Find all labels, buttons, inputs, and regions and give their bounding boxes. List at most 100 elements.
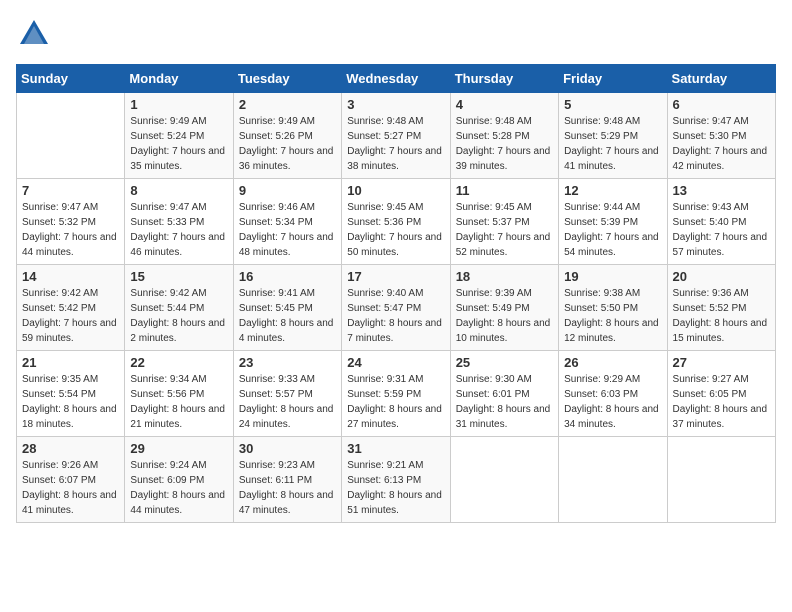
day-cell: 8 Sunrise: 9:47 AMSunset: 5:33 PMDaylight… [125, 179, 233, 265]
day-cell: 21 Sunrise: 9:35 AMSunset: 5:54 PMDayligh… [17, 351, 125, 437]
day-info: Sunrise: 9:27 AMSunset: 6:05 PMDaylight:… [673, 372, 770, 432]
day-number: 17 [347, 269, 444, 284]
day-number: 8 [130, 183, 227, 198]
day-cell: 24 Sunrise: 9:31 AMSunset: 5:59 PMDayligh… [342, 351, 450, 437]
day-cell: 1 Sunrise: 9:49 AMSunset: 5:24 PMDaylight… [125, 93, 233, 179]
column-header-saturday: Saturday [667, 65, 775, 93]
day-info: Sunrise: 9:47 AMSunset: 5:32 PMDaylight:… [22, 200, 119, 260]
day-cell: 2 Sunrise: 9:49 AMSunset: 5:26 PMDaylight… [233, 93, 341, 179]
day-info: Sunrise: 9:23 AMSunset: 6:11 PMDaylight:… [239, 458, 336, 518]
day-info: Sunrise: 9:26 AMSunset: 6:07 PMDaylight:… [22, 458, 119, 518]
day-cell [559, 437, 667, 523]
day-number: 6 [673, 97, 770, 112]
day-cell [450, 437, 558, 523]
day-cell [17, 93, 125, 179]
day-number: 26 [564, 355, 661, 370]
day-info: Sunrise: 9:48 AMSunset: 5:28 PMDaylight:… [456, 114, 553, 174]
day-info: Sunrise: 9:49 AMSunset: 5:24 PMDaylight:… [130, 114, 227, 174]
day-info: Sunrise: 9:41 AMSunset: 5:45 PMDaylight:… [239, 286, 336, 346]
day-number: 13 [673, 183, 770, 198]
day-cell: 12 Sunrise: 9:44 AMSunset: 5:39 PMDayligh… [559, 179, 667, 265]
day-cell: 25 Sunrise: 9:30 AMSunset: 6:01 PMDayligh… [450, 351, 558, 437]
day-cell: 31 Sunrise: 9:21 AMSunset: 6:13 PMDayligh… [342, 437, 450, 523]
week-row-2: 7Sunrise: 9:47 AMSunset: 5:32 PMDaylight… [17, 179, 776, 265]
day-cell: 26Sunrise: 9:29 AMSunset: 6:03 PMDayligh… [559, 351, 667, 437]
day-number: 20 [673, 269, 770, 284]
day-number: 23 [239, 355, 336, 370]
column-header-sunday: Sunday [17, 65, 125, 93]
day-info: Sunrise: 9:40 AMSunset: 5:47 PMDaylight:… [347, 286, 444, 346]
day-info: Sunrise: 9:21 AMSunset: 6:13 PMDaylight:… [347, 458, 444, 518]
day-cell: 13 Sunrise: 9:43 AMSunset: 5:40 PMDayligh… [667, 179, 775, 265]
day-number: 31 [347, 441, 444, 456]
day-number: 21 [22, 355, 119, 370]
day-info: Sunrise: 9:31 AMSunset: 5:59 PMDaylight:… [347, 372, 444, 432]
day-cell: 4 Sunrise: 9:48 AMSunset: 5:28 PMDaylight… [450, 93, 558, 179]
day-number: 14 [22, 269, 119, 284]
day-cell: 20 Sunrise: 9:36 AMSunset: 5:52 PMDayligh… [667, 265, 775, 351]
day-info: Sunrise: 9:45 AMSunset: 5:36 PMDaylight:… [347, 200, 444, 260]
column-header-monday: Monday [125, 65, 233, 93]
day-cell: 5 Sunrise: 9:48 AMSunset: 5:29 PMDaylight… [559, 93, 667, 179]
day-cell: 29 Sunrise: 9:24 AMSunset: 6:09 PMDayligh… [125, 437, 233, 523]
day-info: Sunrise: 9:48 AMSunset: 5:29 PMDaylight:… [564, 114, 661, 174]
day-info: Sunrise: 9:33 AMSunset: 5:57 PMDaylight:… [239, 372, 336, 432]
week-row-5: 28 Sunrise: 9:26 AMSunset: 6:07 PMDayligh… [17, 437, 776, 523]
day-info: Sunrise: 9:38 AMSunset: 5:50 PMDaylight:… [564, 286, 661, 346]
day-cell: 28 Sunrise: 9:26 AMSunset: 6:07 PMDayligh… [17, 437, 125, 523]
day-number: 25 [456, 355, 553, 370]
day-number: 24 [347, 355, 444, 370]
day-info: Sunrise: 9:24 AMSunset: 6:09 PMDaylight:… [130, 458, 227, 518]
day-number: 5 [564, 97, 661, 112]
day-info: Sunrise: 9:39 AMSunset: 5:49 PMDaylight:… [456, 286, 553, 346]
day-cell: 14 Sunrise: 9:42 AMSunset: 5:42 PMDayligh… [17, 265, 125, 351]
day-cell: 3 Sunrise: 9:48 AMSunset: 5:27 PMDaylight… [342, 93, 450, 179]
week-row-4: 21 Sunrise: 9:35 AMSunset: 5:54 PMDayligh… [17, 351, 776, 437]
day-cell: 11 Sunrise: 9:45 AMSunset: 5:37 PMDayligh… [450, 179, 558, 265]
day-number: 2 [239, 97, 336, 112]
column-header-wednesday: Wednesday [342, 65, 450, 93]
day-cell: 15Sunrise: 9:42 AMSunset: 5:44 PMDayligh… [125, 265, 233, 351]
day-number: 16 [239, 269, 336, 284]
week-row-3: 14 Sunrise: 9:42 AMSunset: 5:42 PMDayligh… [17, 265, 776, 351]
day-number: 3 [347, 97, 444, 112]
day-info: Sunrise: 9:35 AMSunset: 5:54 PMDaylight:… [22, 372, 119, 432]
day-info: Sunrise: 9:46 AMSunset: 5:34 PMDaylight:… [239, 200, 336, 260]
day-cell: 22 Sunrise: 9:34 AMSunset: 5:56 PMDayligh… [125, 351, 233, 437]
day-cell: 18Sunrise: 9:39 AMSunset: 5:49 PMDayligh… [450, 265, 558, 351]
day-number: 27 [673, 355, 770, 370]
day-info: Sunrise: 9:42 AMSunset: 5:42 PMDaylight:… [22, 286, 119, 346]
day-info: Sunrise: 9:44 AMSunset: 5:39 PMDaylight:… [564, 200, 661, 260]
day-info: Sunrise: 9:47 AMSunset: 5:33 PMDaylight:… [130, 200, 227, 260]
day-number: 4 [456, 97, 553, 112]
day-info: Sunrise: 9:34 AMSunset: 5:56 PMDaylight:… [130, 372, 227, 432]
day-cell: 7Sunrise: 9:47 AMSunset: 5:32 PMDaylight… [17, 179, 125, 265]
day-info: Sunrise: 9:30 AMSunset: 6:01 PMDaylight:… [456, 372, 553, 432]
day-info: Sunrise: 9:47 AMSunset: 5:30 PMDaylight:… [673, 114, 770, 174]
day-info: Sunrise: 9:48 AMSunset: 5:27 PMDaylight:… [347, 114, 444, 174]
day-number: 22 [130, 355, 227, 370]
column-header-thursday: Thursday [450, 65, 558, 93]
day-number: 12 [564, 183, 661, 198]
day-cell: 19 Sunrise: 9:38 AMSunset: 5:50 PMDayligh… [559, 265, 667, 351]
day-cell: 23 Sunrise: 9:33 AMSunset: 5:57 PMDayligh… [233, 351, 341, 437]
day-number: 1 [130, 97, 227, 112]
logo [16, 16, 58, 52]
day-cell: 30 Sunrise: 9:23 AMSunset: 6:11 PMDayligh… [233, 437, 341, 523]
day-number: 28 [22, 441, 119, 456]
day-number: 19 [564, 269, 661, 284]
column-header-friday: Friday [559, 65, 667, 93]
day-number: 29 [130, 441, 227, 456]
day-info: Sunrise: 9:43 AMSunset: 5:40 PMDaylight:… [673, 200, 770, 260]
day-number: 9 [239, 183, 336, 198]
logo-icon [16, 16, 52, 52]
day-cell [667, 437, 775, 523]
header-row: SundayMondayTuesdayWednesdayThursdayFrid… [17, 65, 776, 93]
day-number: 11 [456, 183, 553, 198]
day-info: Sunrise: 9:36 AMSunset: 5:52 PMDaylight:… [673, 286, 770, 346]
day-info: Sunrise: 9:45 AMSunset: 5:37 PMDaylight:… [456, 200, 553, 260]
page-header [16, 16, 776, 52]
day-number: 30 [239, 441, 336, 456]
day-info: Sunrise: 9:49 AMSunset: 5:26 PMDaylight:… [239, 114, 336, 174]
day-info: Sunrise: 9:42 AMSunset: 5:44 PMDaylight:… [130, 286, 227, 346]
